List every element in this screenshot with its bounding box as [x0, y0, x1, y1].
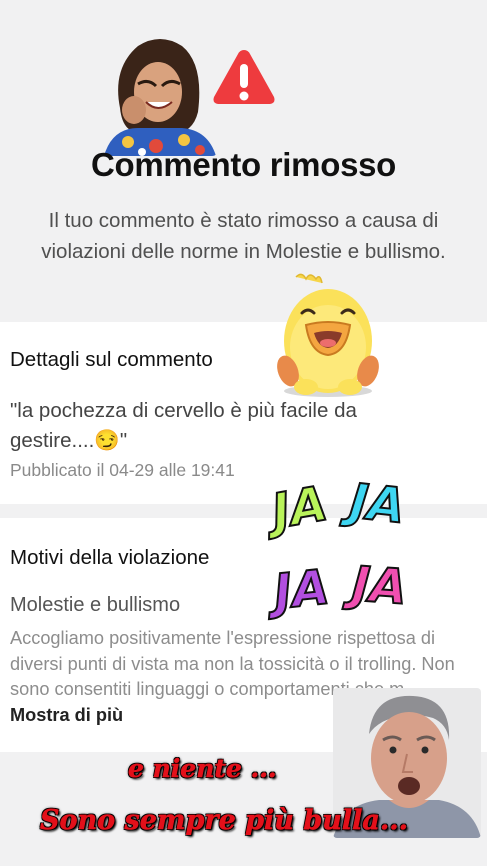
warning-triangle-icon [213, 50, 275, 104]
caption-line-2: Sono sempre più bulla... [40, 805, 409, 837]
show-more-link[interactable]: Mostra di più [10, 705, 123, 725]
jaja-text-1: JA [267, 475, 333, 542]
jaja-text-3: JA [270, 558, 333, 621]
jaja-sticker: JA JA JA JA [267, 472, 424, 632]
jaja-text-2: JA [346, 472, 409, 535]
comment-text: "la pochezza di cervello è più facile da… [10, 399, 357, 452]
comment-details-heading: Dettagli sul commento [10, 348, 213, 371]
page-title: Commento rimosso [90, 146, 397, 183]
laughing-duck-sticker [277, 273, 379, 397]
published-timestamp: Pubblicato il 04-29 alle 19:41 [10, 460, 235, 480]
violation-category: Molestie e bullismo [10, 594, 181, 616]
laughing-woman-sticker [98, 28, 218, 156]
jaja-text-4: JA [349, 555, 410, 617]
notice-header: Commento rimosso Il tuo commento è stato… [0, 0, 487, 320]
violation-heading: Motivi della violazione [10, 546, 210, 569]
removal-message: Il tuo commento è stato rimosso a causa … [41, 209, 446, 263]
caption-line-1: e niente ... [128, 754, 277, 784]
